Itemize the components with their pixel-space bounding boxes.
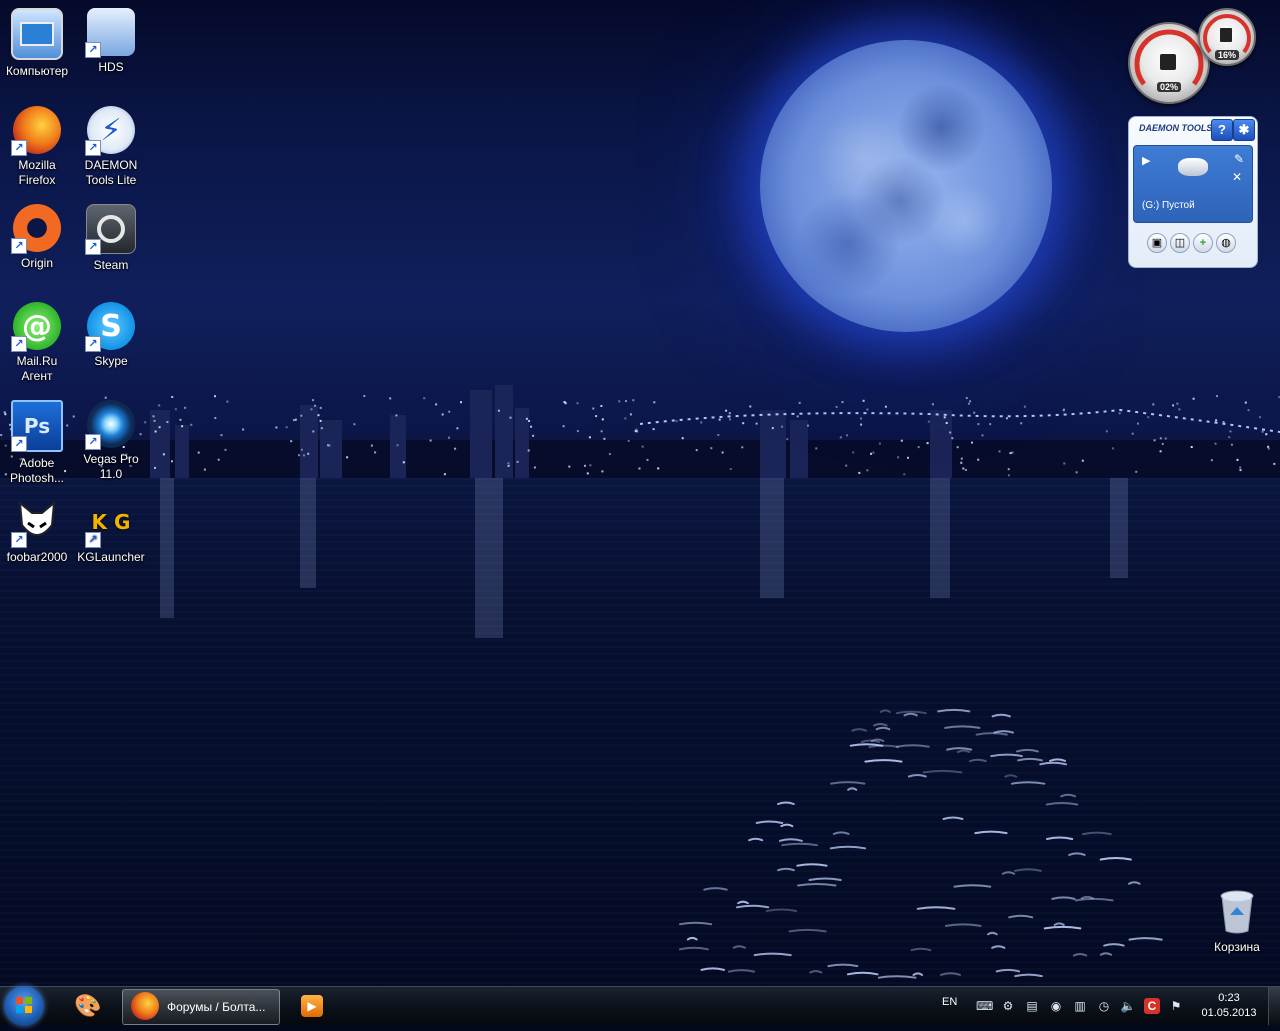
- desktop-icon-label: Корзина: [1214, 940, 1260, 954]
- show-desktop-button[interactable]: [1268, 987, 1280, 1025]
- desktop-icon-label: DAEMON Tools Lite: [84, 158, 138, 187]
- clock-time: 0:23: [1218, 992, 1240, 1004]
- desktop-icon-mailru-agent[interactable]: @ ↗ Mail.Ru Агент: [0, 302, 74, 384]
- recycle-bin-icon: [1213, 888, 1261, 936]
- photoshop-icon: Ps ↗: [11, 400, 63, 452]
- shortcut-arrow-icon: ↗: [85, 532, 101, 548]
- memory-gauge: 16%: [1198, 8, 1256, 66]
- tray-antivirus-icon[interactable]: C: [1144, 998, 1160, 1014]
- desktop-icon-foobar2000[interactable]: ↗ foobar2000: [0, 498, 74, 565]
- memory-percent: 16%: [1214, 50, 1240, 60]
- skype-icon: S ↗: [85, 302, 135, 352]
- taskbar: 🎨 Форумы / Болта... ▶ EN ⌨ ⚙ ▤ ◉ ▥ ◷ 🔈 C…: [0, 986, 1280, 1026]
- desktop-icon-vegas-pro[interactable]: ↗ Vegas Pro 11.0: [74, 400, 148, 482]
- desktop-icon-photoshop[interactable]: Ps ↗ Adobe Photosh...: [0, 400, 74, 486]
- foobar-icon: ↗: [11, 498, 61, 548]
- tray-flag-icon[interactable]: ⚑: [1168, 998, 1184, 1014]
- desktop-icon-label: Adobe Photosh...: [9, 456, 65, 485]
- drive-status: (G:) Пустой: [1142, 200, 1195, 211]
- moon-reflection: [678, 708, 1163, 979]
- help-button[interactable]: ?: [1211, 119, 1233, 141]
- desktop-icon-label: Компьютер: [5, 64, 69, 78]
- desktop-icon-label: Steam: [93, 258, 129, 272]
- pinned-paint[interactable]: 🎨: [68, 989, 108, 1023]
- add-drive-icon[interactable]: +: [1193, 233, 1213, 253]
- computer-icon: [11, 8, 63, 60]
- tray-steam-icon[interactable]: ⚙: [1000, 998, 1016, 1014]
- desktop-icon-steam[interactable]: ↗ Steam: [74, 204, 148, 273]
- desktop-icon-hds[interactable]: ↗ HDS: [74, 8, 148, 75]
- desktop-icon-skype[interactable]: S ↗ Skype: [74, 302, 148, 369]
- shortcut-arrow-icon: ↗: [11, 140, 27, 156]
- desktop-icon-firefox[interactable]: ↗ Mozilla Firefox: [0, 106, 74, 188]
- wrench-icon[interactable]: ✎: [1234, 152, 1244, 166]
- shortcut-arrow-icon: ↗: [85, 42, 101, 58]
- start-button[interactable]: [4, 986, 44, 1026]
- desktop-icon-label: Vegas Pro 11.0: [83, 452, 139, 481]
- paint-palette-icon: 🎨: [74, 993, 102, 1018]
- desktop-icon-label: Origin: [20, 256, 53, 270]
- desktop-icon-computer[interactable]: Компьютер: [0, 8, 74, 79]
- taskbar-clock[interactable]: 0:23 01.05.2013: [1196, 991, 1262, 1021]
- shortcut-arrow-icon: ↗: [85, 239, 101, 255]
- tray-keyboard-icon[interactable]: ⌨: [976, 998, 993, 1014]
- firefox-icon: ↗: [11, 106, 61, 156]
- play-icon[interactable]: ▶: [1142, 154, 1150, 167]
- vegas-pro-icon: ↗: [85, 400, 135, 450]
- taskbar-window-title: Форумы / Болта...: [167, 1000, 266, 1014]
- firefox-icon: [131, 992, 159, 1020]
- daemon-tools-brand: DAEMON TOOLS: [1139, 123, 1213, 133]
- desktop-background: Компьютер ↗ HDS ↗ Mozilla Firefox ⚡ ↗ DA…: [0, 0, 1280, 986]
- pinned-media-player[interactable]: ▶: [292, 989, 332, 1023]
- shortcut-arrow-icon: ↗: [11, 436, 27, 452]
- shortcut-arrow-icon: ↗: [11, 238, 27, 254]
- network-computer-icon: ↗: [85, 8, 135, 58]
- virtual-drive-panel[interactable]: ▶ ✎ ✕ (G:) Пустой: [1133, 145, 1253, 223]
- desktop-icon-label: Mozilla Firefox: [18, 158, 56, 187]
- desktop-icon-kglauncher[interactable]: K G ↗ KGLauncher: [74, 498, 148, 565]
- windows-logo-icon: [16, 997, 32, 1013]
- cpu-meter-gadget[interactable]: 02% 16%: [1128, 8, 1258, 106]
- shortcut-arrow-icon: ↗: [85, 336, 101, 352]
- tray-volume-icon[interactable]: 🔈: [1120, 998, 1136, 1014]
- city-skyline: [0, 385, 1280, 480]
- tray-origin-icon[interactable]: ◉: [1048, 998, 1064, 1014]
- tray-network-icon[interactable]: ▥: [1072, 998, 1088, 1014]
- desktop-icon-label: KGLauncher: [77, 550, 145, 564]
- shortcut-arrow-icon: ↗: [11, 336, 27, 352]
- mailru-agent-icon: @ ↗: [11, 302, 61, 352]
- tray-clock-icon[interactable]: ◷: [1096, 998, 1112, 1014]
- clock-date: 01.05.2013: [1201, 1007, 1257, 1019]
- shortcut-arrow-icon: ↗: [11, 532, 27, 548]
- remove-drive-icon[interactable]: ◍: [1216, 233, 1236, 253]
- desktop-icon-recycle-bin[interactable]: Корзина: [1200, 888, 1274, 955]
- cpu-percent: 02%: [1156, 82, 1182, 92]
- desktop-icon-label: HDS: [98, 60, 124, 74]
- settings-icon[interactable]: ✱: [1233, 119, 1255, 141]
- daemon-tools-gadget: DAEMON TOOLS ? ✱ ▶ ✎ ✕ (G:) Пустой ▣ ◫ +…: [1128, 116, 1258, 268]
- desktop-icon-origin[interactable]: ↗ Origin: [0, 204, 74, 271]
- drive-icon: [1178, 158, 1208, 176]
- tray-cpu-icon[interactable]: ▤: [1024, 998, 1040, 1014]
- shortcut-arrow-icon: ↗: [85, 434, 101, 450]
- image-catalog-icon[interactable]: ◫: [1170, 233, 1190, 253]
- moon: [760, 40, 1052, 332]
- desktop-icon-label: Skype: [94, 354, 128, 368]
- desktop-icon-daemon-tools[interactable]: ⚡ ↗ DAEMON Tools Lite: [74, 106, 148, 188]
- kglauncher-icon: K G ↗: [85, 498, 135, 548]
- media-player-icon: ▶: [301, 995, 323, 1017]
- steam-icon: ↗: [85, 204, 136, 255]
- kglauncher-glyph: K G: [91, 510, 131, 534]
- mount-image-icon[interactable]: ▣: [1147, 233, 1167, 253]
- taskbar-button-firefox[interactable]: Форумы / Болта...: [122, 989, 280, 1025]
- unmount-icon[interactable]: ✕: [1232, 170, 1242, 184]
- origin-icon: ↗: [11, 204, 61, 254]
- language-indicator[interactable]: EN: [942, 996, 957, 1008]
- desktop-icon-label: Mail.Ru Агент: [16, 354, 58, 383]
- desktop-icon-label: foobar2000: [6, 550, 68, 564]
- shortcut-arrow-icon: ↗: [85, 140, 101, 156]
- daemon-tools-icon: ⚡ ↗: [85, 106, 135, 156]
- photoshop-glyph: Ps: [23, 414, 51, 438]
